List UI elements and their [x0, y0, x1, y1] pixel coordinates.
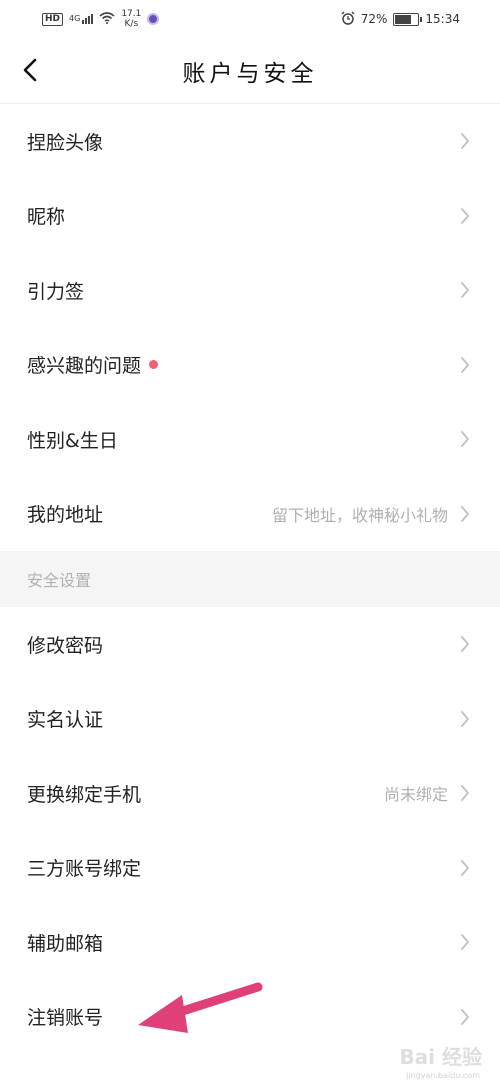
chevron-right-icon — [460, 859, 474, 877]
unread-dot — [149, 360, 159, 370]
chevron-right-icon — [460, 207, 474, 225]
status-bar: HD 4G 17.1 K/s 72% 15:34 — [0, 0, 500, 38]
profile-item-0[interactable]: 捏脸头像 — [0, 104, 500, 179]
list-item-label: 更换绑定手机 — [27, 783, 142, 806]
list-item-label: 引力签 — [27, 280, 85, 303]
security-item-3[interactable]: 三方账号绑定 — [0, 830, 500, 905]
chevron-right-icon — [460, 132, 474, 150]
list-item-value: 留下地址，收神秘小礼物 — [271, 505, 448, 525]
status-time: 15:34 — [425, 12, 460, 26]
wifi-icon — [99, 11, 115, 27]
chevron-right-icon — [460, 933, 474, 951]
list-item-label: 捏脸头像 — [27, 131, 104, 154]
profile-item-1[interactable]: 昵称 — [0, 178, 500, 253]
chevron-right-icon — [460, 635, 474, 653]
chevron-left-icon — [23, 58, 37, 82]
status-left: HD 4G 17.1 K/s — [42, 9, 160, 29]
list-item-label: 昵称 — [27, 206, 66, 229]
profile-settings-group: 捏脸头像 昵称 引力签 感兴趣的问题 性别&生日 我的地址 留下地址，收神秘小礼… — [0, 104, 500, 551]
battery-fill — [395, 14, 412, 24]
profile-item-2[interactable]: 引力签 — [0, 253, 500, 328]
security-settings-group: 修改密码 实名认证 更换绑定手机 尚未绑定 三方账号绑定 辅助邮箱 注销账号 — [0, 607, 500, 1054]
security-section-header: 安全设置 — [0, 551, 500, 607]
list-item-label: 辅助邮箱 — [27, 932, 104, 955]
profile-item-3[interactable]: 感兴趣的问题 — [0, 327, 500, 402]
chevron-right-icon — [460, 356, 474, 374]
watermark-url: jingyan.baidu.com — [406, 1071, 480, 1080]
security-item-0[interactable]: 修改密码 — [0, 607, 500, 682]
watermark-logo: Bai 经验 — [399, 1045, 482, 1069]
battery-icon — [393, 12, 423, 26]
chevron-right-icon — [460, 1008, 474, 1026]
status-right: 72% 15:34 — [341, 10, 460, 28]
chevron-right-icon — [460, 710, 474, 728]
speed-unit: K/s — [124, 19, 139, 29]
list-item-label: 注销账号 — [27, 1007, 104, 1030]
chevron-right-icon — [460, 505, 474, 523]
chevron-right-icon — [460, 784, 474, 802]
hd-badge: HD — [42, 12, 64, 26]
list-item-label: 性别&生日 — [27, 429, 118, 452]
security-item-1[interactable]: 实名认证 — [0, 681, 500, 756]
settings-list: 捏脸头像 昵称 引力签 感兴趣的问题 性别&生日 我的地址 留下地址，收神秘小礼… — [0, 104, 500, 1054]
chevron-right-icon — [460, 430, 474, 448]
list-item-label: 实名认证 — [27, 709, 104, 732]
signal-icon: 4G — [69, 14, 94, 24]
list-item-label: 修改密码 — [27, 634, 104, 657]
speed-value: 17.1 — [121, 9, 142, 19]
security-item-4[interactable]: 辅助邮箱 — [0, 905, 500, 980]
list-item-value: 尚未绑定 — [383, 785, 448, 805]
back-button[interactable] — [12, 52, 48, 88]
profile-item-5[interactable]: 我的地址 留下地址，收神秘小礼物 — [0, 476, 500, 551]
page-title: 账户与安全 — [182, 60, 318, 87]
network-speed: 17.1 K/s — [121, 9, 141, 29]
battery-percent: 72% — [360, 12, 388, 26]
security-item-2[interactable]: 更换绑定手机 尚未绑定 — [0, 756, 500, 831]
nav-bar: 账户与安全 — [0, 38, 500, 104]
section-title: 安全设置 — [27, 571, 92, 590]
profile-item-4[interactable]: 性别&生日 — [0, 402, 500, 477]
list-item-label: 我的地址 — [27, 504, 104, 527]
app-notification-icon — [147, 13, 160, 25]
signal-label: 4G — [69, 14, 81, 23]
alarm-icon — [341, 10, 355, 28]
list-item-label: 三方账号绑定 — [27, 858, 142, 881]
list-item-label: 感兴趣的问题 — [27, 355, 142, 378]
chevron-right-icon — [460, 281, 474, 299]
